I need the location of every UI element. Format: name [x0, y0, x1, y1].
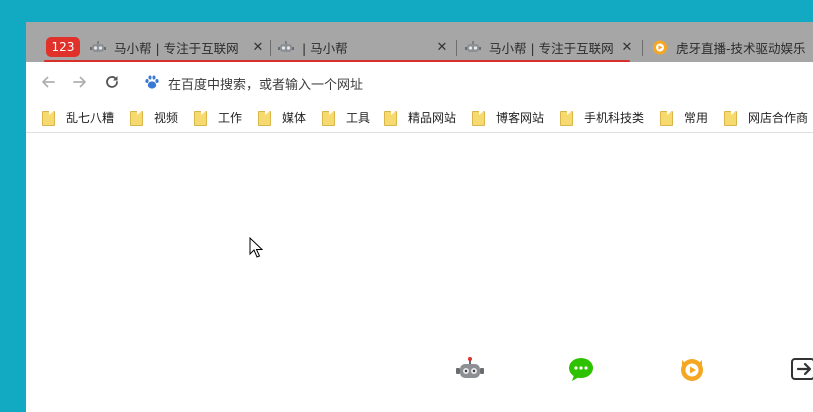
exit-icon[interactable]: [790, 356, 813, 382]
bookmark-label: 网店合作商: [748, 110, 809, 125]
robot-icon: [90, 41, 106, 52]
tab-4[interactable]: 虎牙直播-技术驱动娱乐: [652, 35, 813, 59]
folder-icon: [724, 110, 737, 126]
bookmark-label: 常用: [684, 110, 709, 125]
bookmark-label: 乱七八糟: [66, 110, 115, 125]
bookmark-label: 工具: [346, 110, 371, 125]
tab-count-badge[interactable]: 123: [46, 37, 80, 57]
bookmark-folder[interactable]: 博客网站: [472, 108, 544, 126]
forward-arrow-icon: [73, 76, 86, 88]
reload-button[interactable]: [102, 72, 122, 92]
close-icon[interactable]: ✕: [619, 40, 635, 55]
browser-window: 123 马小帮 | 专注于互联网 ✕ | 马小帮 ✕ 马小帮 | 专注于互联网 …: [26, 22, 813, 412]
close-icon[interactable]: ✕: [434, 40, 450, 55]
tab-3[interactable]: 马小帮 | 专注于互联网 ✕: [465, 35, 635, 59]
folder-icon: [560, 110, 573, 126]
folder-icon: [472, 110, 485, 126]
folder-icon: [660, 110, 673, 126]
bookmark-label: 精品网站: [408, 110, 457, 125]
tab-title: | 马小帮: [302, 40, 348, 56]
bookmark-folder[interactable]: 网店合作商: [724, 108, 808, 126]
bookmark-folder[interactable]: 工具: [322, 108, 370, 126]
robot-icon: [278, 41, 294, 52]
back-button[interactable]: [38, 72, 58, 92]
wechat-icon[interactable]: [567, 356, 595, 382]
bookmark-folder[interactable]: 乱七八糟: [42, 108, 114, 126]
tab-separator: [270, 40, 271, 56]
back-arrow-icon: [42, 76, 55, 88]
bookmark-label: 手机科技类: [584, 110, 645, 125]
bookmark-folder[interactable]: 视频: [130, 108, 178, 126]
baidu-paw-icon: [145, 75, 159, 89]
bookmarks-bar: 乱七八糟 视频 工作 媒体 工具 精品网站 博客网站 手机科技类 常用 网店合作…: [26, 102, 813, 133]
tab-separator: [642, 40, 643, 56]
folder-icon: [194, 110, 207, 126]
folder-icon: [130, 110, 143, 126]
huya-icon[interactable]: [678, 356, 706, 382]
forward-button[interactable]: [70, 72, 90, 92]
folder-icon: [258, 110, 271, 126]
tab-title: 马小帮 | 专注于互联网: [489, 40, 614, 56]
bookmark-folder[interactable]: 手机科技类: [560, 108, 644, 126]
omnibox-input[interactable]: 在百度中搜索，或者输入一个网址: [168, 74, 363, 93]
bookmark-folder[interactable]: 常用: [660, 108, 708, 126]
robot-icon[interactable]: [456, 356, 484, 382]
mouse-cursor-icon: [249, 237, 263, 258]
toolbar: 在百度中搜索，或者输入一个网址: [26, 62, 813, 102]
tab-title: 虎牙直播-技术驱动娱乐: [676, 40, 806, 56]
bookmark-folder[interactable]: 工作: [194, 108, 242, 126]
tab-strip: 123 马小帮 | 专注于互联网 ✕ | 马小帮 ✕ 马小帮 | 专注于互联网 …: [26, 22, 813, 63]
robot-icon: [465, 41, 481, 52]
tab-2[interactable]: | 马小帮 ✕: [278, 35, 450, 59]
bookmark-folder[interactable]: 精品网站: [384, 108, 456, 126]
bookmark-label: 工作: [218, 110, 243, 125]
folder-icon: [322, 110, 335, 126]
bookmark-label: 视频: [154, 110, 179, 125]
huya-icon: [653, 40, 667, 55]
folder-icon: [42, 110, 55, 126]
tab-1[interactable]: 马小帮 | 专注于互联网 ✕: [90, 35, 266, 59]
bookmark-label: 媒体: [282, 110, 307, 125]
close-icon[interactable]: ✕: [250, 40, 266, 55]
reload-icon: [106, 76, 118, 88]
tab-title: 马小帮 | 专注于互联网: [114, 40, 239, 56]
folder-icon: [384, 110, 397, 126]
bookmark-label: 博客网站: [496, 110, 545, 125]
bookmark-folder[interactable]: 媒体: [258, 108, 306, 126]
tab-separator: [456, 40, 457, 56]
